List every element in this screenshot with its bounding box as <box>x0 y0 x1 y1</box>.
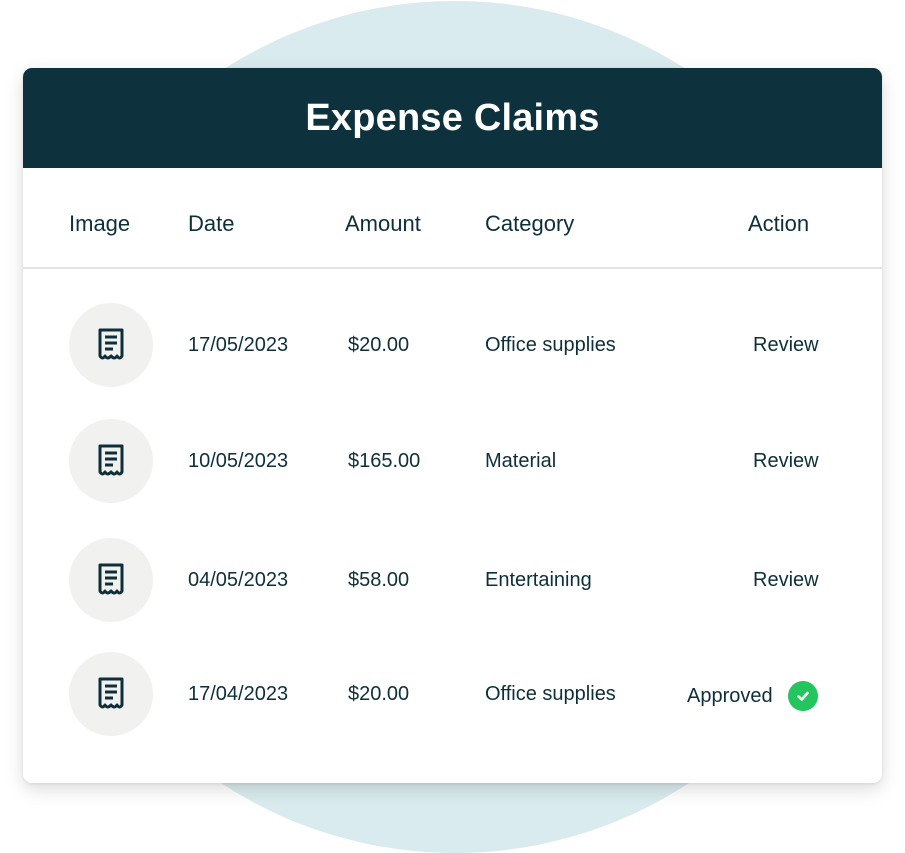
review-button[interactable]: Review <box>753 334 819 357</box>
column-header-image: Image <box>69 211 131 236</box>
table-header: Image Date Amount Category Action <box>23 168 882 269</box>
claim-category: Office supplies <box>485 334 616 356</box>
approved-label: Approved <box>687 684 773 707</box>
claim-category: Material <box>485 450 557 472</box>
table-row: 17/05/2023 $20.00 Office supplies Review <box>23 303 882 387</box>
page-title: Expense Claims <box>305 96 600 139</box>
claim-amount: $20.00 <box>348 334 410 356</box>
receipt-icon <box>98 563 124 595</box>
receipt-thumbnail[interactable] <box>69 419 153 503</box>
receipt-thumbnail[interactable] <box>69 538 153 622</box>
claim-date: 17/05/2023 <box>188 334 289 356</box>
receipt-icon <box>98 444 124 476</box>
receipt-thumbnail[interactable] <box>69 652 153 736</box>
column-header-action: Action <box>748 211 810 236</box>
table-row: 04/05/2023 $58.00 Entertaining Review <box>23 538 882 622</box>
card-header: Expense Claims <box>23 68 882 168</box>
column-header-category: Category <box>485 211 575 236</box>
column-header-date: Date <box>188 211 235 236</box>
claim-amount: $58.00 <box>348 569 410 591</box>
claim-category: Entertaining <box>485 569 592 591</box>
receipt-icon <box>98 677 124 709</box>
table-row: 10/05/2023 $165.00 Material Review <box>23 419 882 503</box>
approved-status: Approved <box>687 681 818 711</box>
claim-date: 04/05/2023 <box>188 569 289 591</box>
check-circle-icon <box>787 681 818 711</box>
claim-category: Office supplies <box>485 683 616 705</box>
claim-date: 10/05/2023 <box>188 450 289 472</box>
claim-amount: $165.00 <box>348 450 421 472</box>
claim-date: 17/04/2023 <box>188 683 289 705</box>
claim-amount: $20.00 <box>348 683 410 705</box>
receipt-icon <box>98 328 124 360</box>
receipt-thumbnail[interactable] <box>69 303 153 387</box>
review-button[interactable]: Review <box>753 569 819 592</box>
expense-claims-card: Expense Claims Image Date Amount Categor… <box>23 68 882 783</box>
review-button[interactable]: Review <box>753 450 819 473</box>
column-header-amount: Amount <box>345 211 421 236</box>
table-row: 17/04/2023 $20.00 Office supplies Approv… <box>23 652 882 736</box>
